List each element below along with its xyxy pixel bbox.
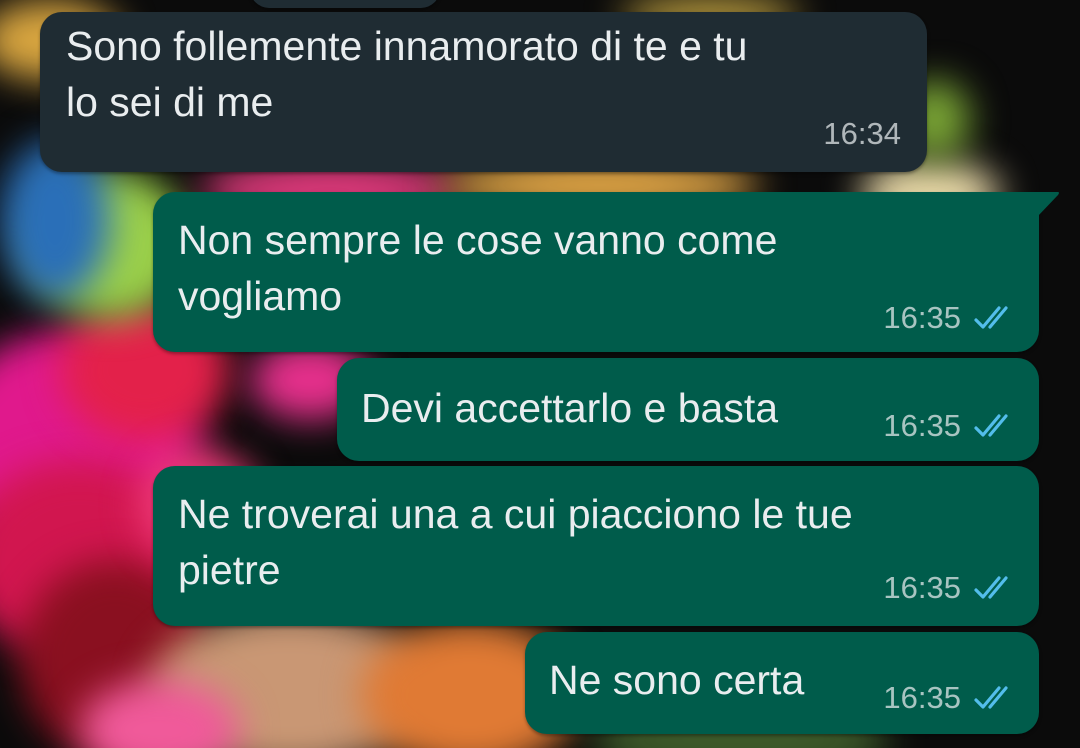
double-check-icon xyxy=(974,306,1008,329)
message-bubble-outgoing[interactable]: Devi accettarlo e basta 16:35 xyxy=(337,358,1039,461)
message-bubble-incoming[interactable]: Sono follemente innamorato di te e tu lo… xyxy=(40,12,927,172)
message-time: 16:35 xyxy=(883,680,961,715)
message-time: 16:35 xyxy=(883,408,961,443)
message-bubble-outgoing[interactable]: Ne troverai una a cui piacciono le tue p… xyxy=(153,466,1039,626)
double-check-icon xyxy=(974,686,1008,709)
message-meta: 16:35 xyxy=(883,570,1017,606)
message-meta: 16:35 xyxy=(883,680,1017,716)
message-text: Devi accettarlo e basta xyxy=(361,380,778,436)
message-text-line: Ne troverai una a cui piacciono le tue xyxy=(178,491,853,537)
message-time: 16:35 xyxy=(883,300,961,335)
message-meta: 16:35 xyxy=(883,300,1017,336)
chat-screen: Sono follemente innamorato di te e tu lo… xyxy=(0,0,1080,748)
message-meta: 16:35 xyxy=(883,408,1017,444)
message-text-line: Devi accettarlo e basta xyxy=(361,385,779,431)
message-text: Ne sono certa xyxy=(549,652,804,708)
message-text: Sono follemente innamorato di te e tu lo… xyxy=(66,18,906,130)
message-time: 16:34 xyxy=(823,116,901,151)
message-meta: 16:34 xyxy=(823,116,901,152)
message-text-line: Ne sono certa xyxy=(549,657,805,703)
message-text-line: Non sempre le cose vanno come xyxy=(178,217,778,263)
message-time: 16:35 xyxy=(883,570,961,605)
bubble-tail xyxy=(1030,192,1059,216)
message-text-line: lo sei di me xyxy=(66,79,274,125)
double-check-icon xyxy=(974,576,1008,599)
message-bubble-outgoing[interactable]: Ne sono certa 16:35 xyxy=(525,632,1039,734)
message-text-line: Sono follemente innamorato di te e tu xyxy=(66,23,748,69)
double-check-icon xyxy=(974,414,1008,437)
previous-message-bubble[interactable] xyxy=(250,0,440,8)
message-bubble-outgoing[interactable]: Non sempre le cose vanno come vogliamo 1… xyxy=(153,192,1039,352)
